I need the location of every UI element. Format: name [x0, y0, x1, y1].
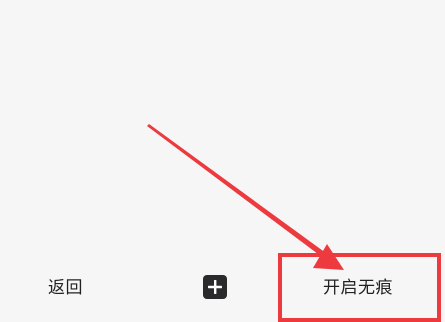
- plus-icon: [208, 280, 222, 294]
- browser-screen: 返回 开启无痕: [0, 0, 445, 322]
- add-tab-button[interactable]: [203, 275, 227, 299]
- highlight-box: [278, 253, 441, 322]
- back-button[interactable]: 返回: [48, 274, 83, 302]
